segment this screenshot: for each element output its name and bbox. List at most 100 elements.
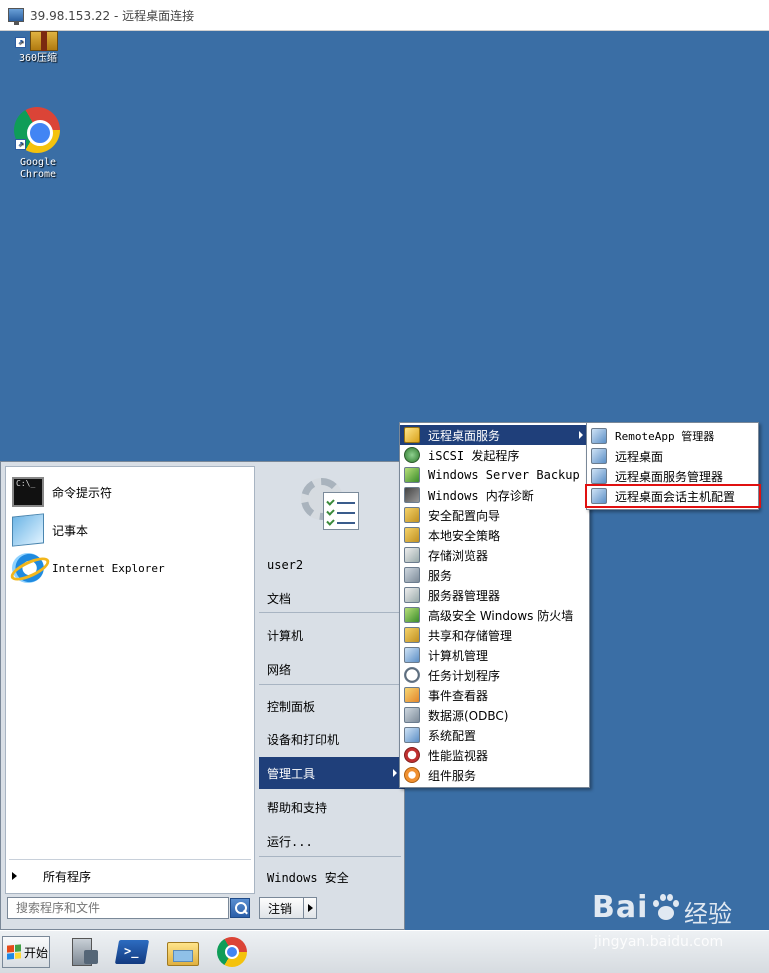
- menu-item-label: 系统配置: [428, 728, 477, 743]
- start-item-notepad[interactable]: 记事本: [12, 513, 248, 547]
- menu-item-label: 任务计划程序: [428, 668, 501, 683]
- menu-item-label: 服务: [428, 568, 453, 583]
- menu-item-services[interactable]: 服务: [400, 565, 589, 585]
- menu-item-computer-management[interactable]: 计算机管理: [400, 645, 589, 665]
- menu-item-label: 远程桌面服务管理器: [615, 469, 724, 484]
- checklist-icon: [323, 492, 359, 530]
- gauge-icon: [404, 747, 420, 763]
- logoff-button[interactable]: 注销: [259, 897, 317, 919]
- security-wizard-icon: [404, 507, 420, 523]
- divider: [259, 684, 401, 685]
- divider: [259, 856, 401, 857]
- taskbar: 开始: [0, 930, 769, 973]
- policy-icon: [404, 527, 420, 543]
- menu-item-label: 共享和存储管理: [428, 628, 513, 643]
- clock-icon: [404, 667, 420, 683]
- desktop-icon-360zip[interactable]: ↗ 360压缩: [0, 31, 76, 71]
- search-icon[interactable]: [230, 898, 250, 918]
- remote-desktop-services-menu: RemoteApp 管理器 远程桌面 远程桌面服务管理器 远程桌面会话主机配置: [585, 422, 761, 510]
- admin-tools-menu: 远程桌面服务 iSCSI 发起程序 Windows Server Backup …: [399, 422, 590, 788]
- start-menu-right-pane: user2 文档 计算机 网络 控制面板 设备和打印机 管理工具 帮助和支持 运…: [259, 466, 405, 894]
- divider: [259, 612, 401, 613]
- start-menu: C:\_ 命令提示符 记事本 Internet Explorer 所有程序 us…: [0, 461, 405, 930]
- menu-item-event-viewer[interactable]: 事件查看器: [400, 685, 589, 705]
- start-right-user[interactable]: user2: [259, 549, 405, 581]
- start-right-computer[interactable]: 计算机: [259, 619, 405, 651]
- menu-item-security-wizard[interactable]: 安全配置向导: [400, 505, 589, 525]
- start-item-cmd[interactable]: C:\_ 命令提示符: [12, 475, 248, 509]
- start-item-label: 命令提示符: [52, 485, 113, 500]
- triangle-right-icon[interactable]: [308, 904, 313, 912]
- menu-item-iscsi[interactable]: iSCSI 发起程序: [400, 445, 589, 465]
- menu-item-performance-monitor[interactable]: 性能监视器: [400, 745, 589, 765]
- database-icon: [404, 707, 420, 723]
- start-right-run[interactable]: 运行...: [259, 825, 405, 857]
- menu-item-memory-diagnostic[interactable]: Windows 内存诊断: [400, 485, 589, 505]
- menu-item-component-services[interactable]: 组件服务: [400, 765, 589, 785]
- menu-item-system-config[interactable]: 系统配置: [400, 725, 589, 745]
- menu-item-share-storage[interactable]: 共享和存储管理: [400, 625, 589, 645]
- ie-icon: [12, 553, 44, 583]
- search-input[interactable]: [7, 897, 229, 919]
- server-manager-icon[interactable]: [66, 936, 100, 968]
- menu-item-label: Windows 内存诊断: [428, 488, 534, 503]
- menu-item-label: 事件查看器: [428, 688, 489, 703]
- start-button[interactable]: 开始: [2, 936, 50, 968]
- start-right-admin-tools[interactable]: 管理工具: [259, 757, 405, 789]
- start-right-documents[interactable]: 文档: [259, 582, 405, 614]
- menu-item-label: 服务器管理器: [428, 588, 501, 603]
- start-right-devices-printers[interactable]: 设备和打印机: [259, 723, 405, 755]
- menu-item-label: 数据源(ODBC): [428, 708, 509, 723]
- start-menu-programs-pane: C:\_ 命令提示符 记事本 Internet Explorer: [5, 466, 255, 894]
- globe-icon: [404, 447, 420, 463]
- start-item-label: Internet Explorer: [52, 561, 165, 575]
- powershell-icon[interactable]: [115, 936, 149, 968]
- menu-item-local-security-policy[interactable]: 本地安全策略: [400, 525, 589, 545]
- notepad-icon: [12, 513, 44, 547]
- menu-item-task-scheduler[interactable]: 任务计划程序: [400, 665, 589, 685]
- windows-logo-icon: [7, 944, 21, 960]
- menu-item-firewall[interactable]: 高级安全 Windows 防火墙: [400, 605, 589, 625]
- folder-icon: [404, 427, 420, 443]
- start-right-help[interactable]: 帮助和支持: [259, 791, 405, 823]
- rds-manager-icon: [591, 468, 607, 484]
- computer-management-icon: [404, 647, 420, 663]
- menu-item-label: 远程桌面会话主机配置: [615, 489, 736, 504]
- file-explorer-icon[interactable]: [165, 936, 199, 968]
- menu-item-storage-explorer[interactable]: 存储浏览器: [400, 545, 589, 565]
- start-right-windows-security[interactable]: Windows 安全: [259, 861, 405, 893]
- window-title-bar[interactable]: 39.98.153.22 - 远程桌面连接: [0, 0, 769, 31]
- menu-item-rds-manager[interactable]: 远程桌面服务管理器: [587, 466, 758, 486]
- menu-item-remoteapp-manager[interactable]: RemoteApp 管理器: [587, 426, 758, 446]
- menu-item-label: 存储浏览器: [428, 548, 489, 563]
- firewall-icon: [404, 607, 420, 623]
- start-right-network[interactable]: 网络: [259, 653, 405, 685]
- menu-item-label: 计算机管理: [428, 648, 489, 663]
- menu-item-label: Windows Server Backup: [428, 468, 580, 482]
- shortcut-arrow-icon: ↗: [15, 139, 26, 150]
- menu-item-odbc[interactable]: 数据源(ODBC): [400, 705, 589, 725]
- all-programs-button[interactable]: 所有程序: [9, 864, 251, 888]
- chrome-icon[interactable]: [215, 936, 249, 968]
- share-icon: [404, 627, 420, 643]
- storage-icon: [404, 547, 420, 563]
- component-icon: [404, 767, 420, 783]
- menu-item-label: iSCSI 发起程序: [428, 448, 520, 463]
- menu-item-server-manager[interactable]: 服务器管理器: [400, 585, 589, 605]
- menu-item-label: 本地安全策略: [428, 528, 501, 543]
- memory-chip-icon: [404, 487, 420, 503]
- desktop-icon-chrome[interactable]: ↗ Google Chrome: [0, 107, 76, 183]
- menu-item-remote-desktop[interactable]: 远程桌面: [587, 446, 758, 466]
- menu-item-label: 性能监视器: [428, 748, 489, 763]
- start-right-control-panel[interactable]: 控制面板: [259, 690, 405, 722]
- start-item-ie[interactable]: Internet Explorer: [12, 551, 248, 585]
- menu-item-label: 远程桌面服务: [428, 428, 501, 443]
- menu-item-label: 安全配置向导: [428, 508, 501, 523]
- gear-icon: [404, 567, 420, 583]
- menu-item-server-backup[interactable]: Windows Server Backup: [400, 465, 589, 485]
- menu-item-remote-desktop-services[interactable]: 远程桌面服务: [400, 425, 589, 445]
- admin-tools-icon: [301, 474, 361, 534]
- start-item-label: 记事本: [52, 523, 89, 538]
- start-label: 开始: [24, 945, 49, 960]
- menu-item-rd-session-host-config[interactable]: 远程桌面会话主机配置: [585, 484, 761, 508]
